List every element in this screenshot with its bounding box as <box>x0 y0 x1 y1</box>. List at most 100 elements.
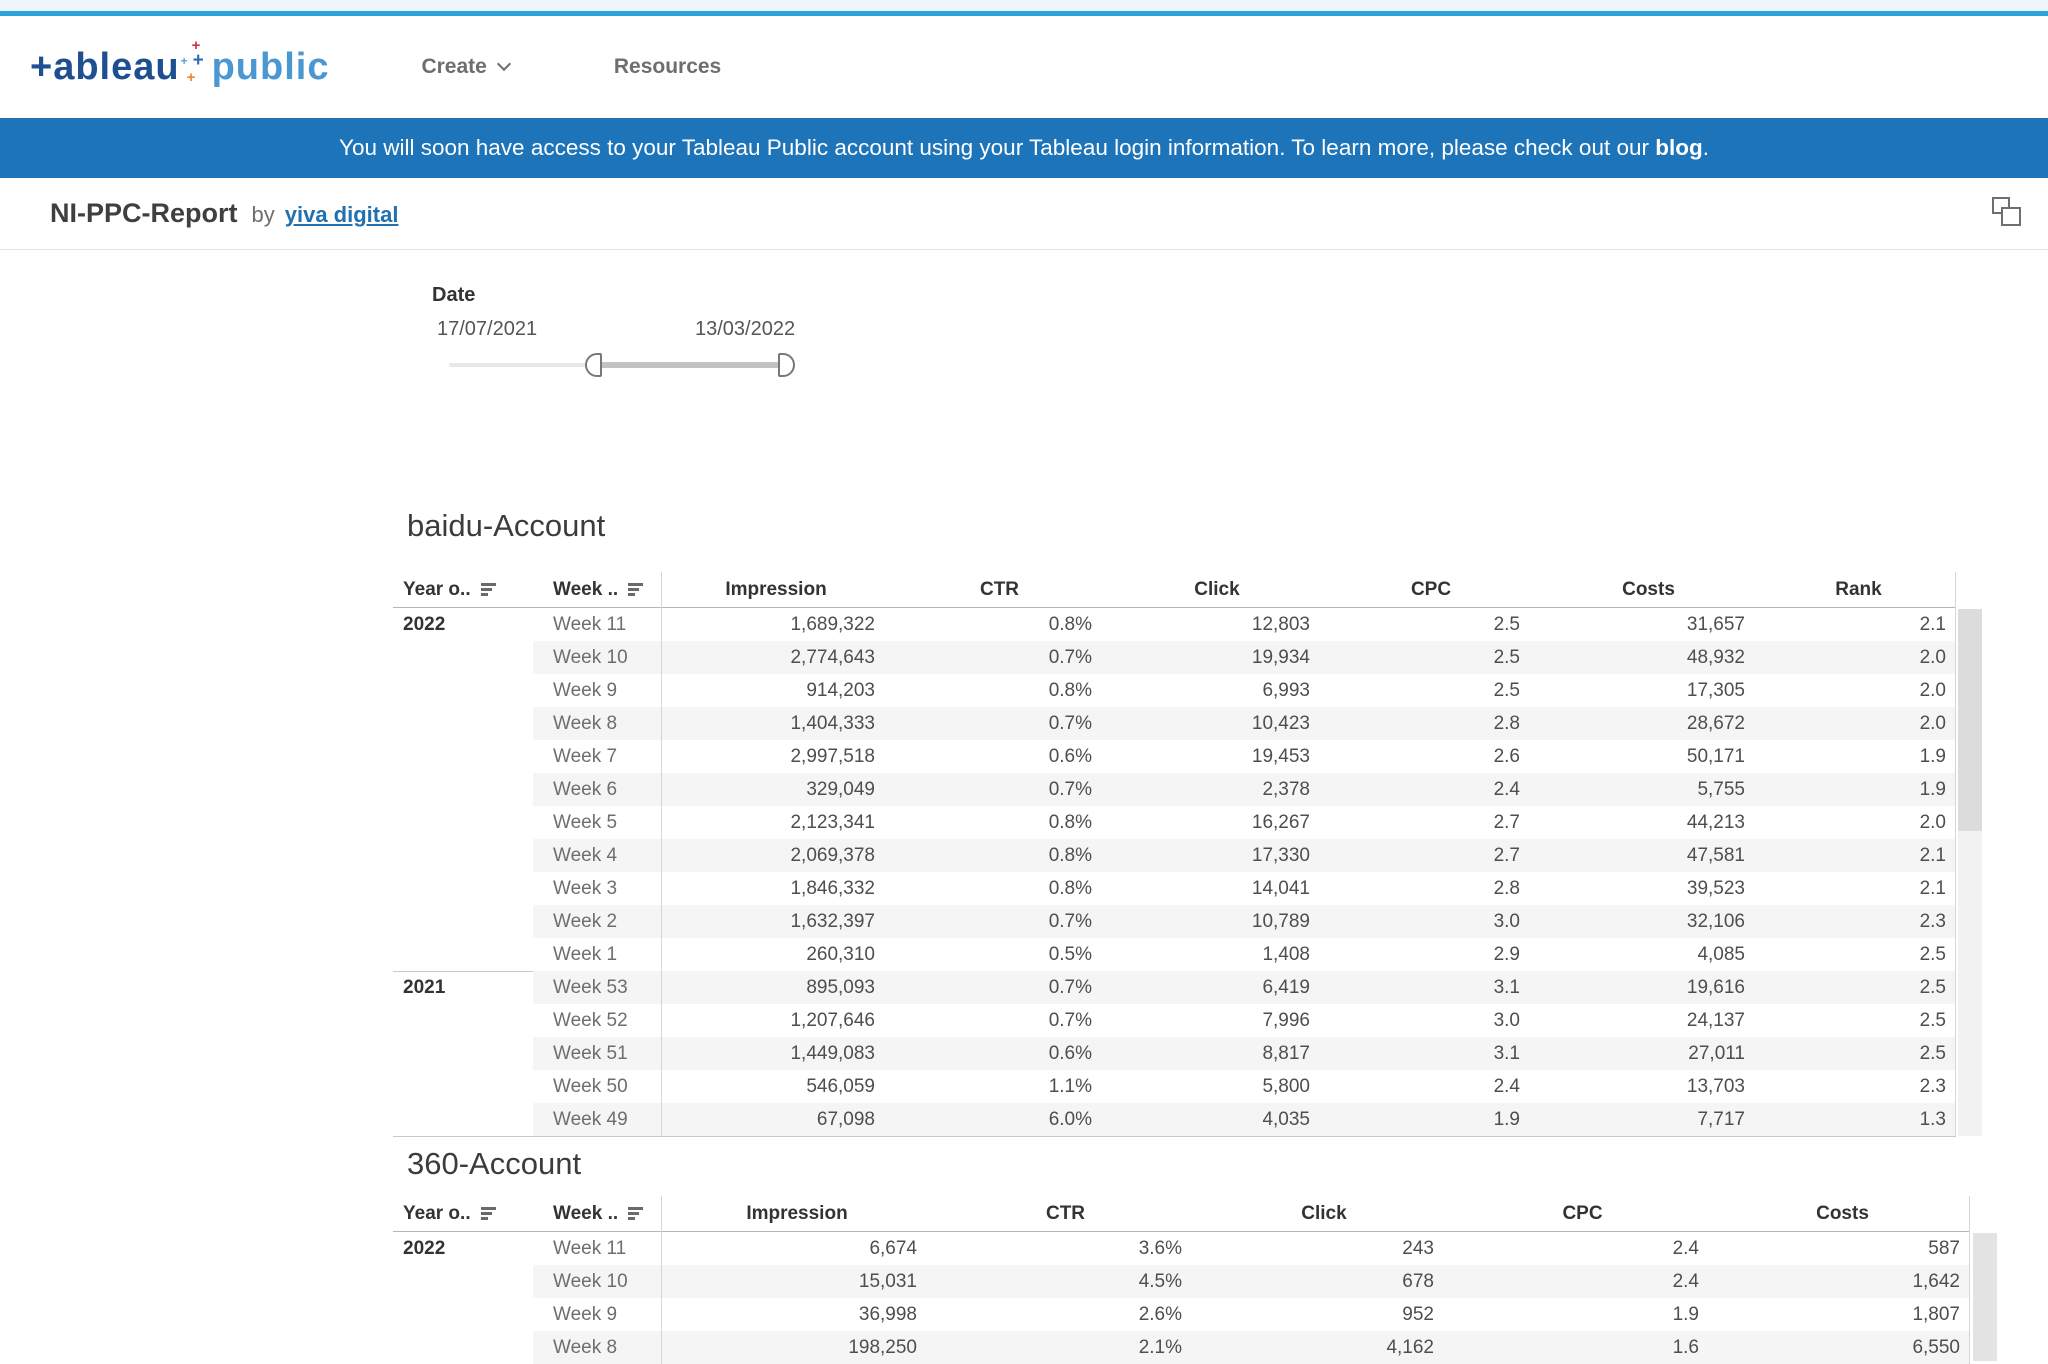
week-cell[interactable]: Week 11 <box>533 1232 661 1265</box>
value-cell[interactable]: 952 <box>1198 1298 1450 1331</box>
value-cell[interactable]: 329,049 <box>661 773 891 806</box>
value-cell[interactable]: 0.8% <box>891 872 1108 905</box>
value-cell[interactable]: 243 <box>1198 1232 1450 1265</box>
value-cell[interactable]: 1,404,333 <box>661 707 891 740</box>
value-cell[interactable]: 1.3 <box>1761 1103 1956 1136</box>
year-cell[interactable] <box>393 839 533 872</box>
value-cell[interactable]: 260,310 <box>661 938 891 971</box>
value-cell[interactable]: 2.7 <box>1326 806 1536 839</box>
value-cell[interactable]: 2.5 <box>1761 1004 1956 1037</box>
value-cell[interactable]: 2,774,643 <box>661 641 891 674</box>
value-cell[interactable]: 1,408 <box>1108 938 1326 971</box>
column-header-ctr[interactable]: CTR <box>891 572 1108 607</box>
column-header-year-o[interactable]: Year o.. <box>393 1196 533 1231</box>
week-cell[interactable]: Week 5 <box>533 806 661 839</box>
value-cell[interactable]: 1,689,322 <box>661 608 891 641</box>
week-cell[interactable]: Week 10 <box>533 1265 661 1298</box>
value-cell[interactable]: 198,250 <box>661 1331 933 1364</box>
value-cell[interactable]: 2.8 <box>1326 707 1536 740</box>
value-cell[interactable]: 2.5 <box>1761 1037 1956 1070</box>
value-cell[interactable]: 14,041 <box>1108 872 1326 905</box>
year-cell[interactable] <box>393 1037 533 1070</box>
value-cell[interactable]: 1.9 <box>1326 1103 1536 1136</box>
banner-blog-link[interactable]: blog <box>1655 135 1702 160</box>
value-cell[interactable]: 32,106 <box>1536 905 1761 938</box>
year-cell[interactable] <box>393 707 533 740</box>
value-cell[interactable]: 546,059 <box>661 1070 891 1103</box>
value-cell[interactable]: 0.7% <box>891 905 1108 938</box>
week-cell[interactable]: Week 6 <box>533 773 661 806</box>
slider-selected-range[interactable] <box>593 362 786 368</box>
value-cell[interactable]: 3.6% <box>933 1232 1198 1265</box>
360-table-scrollbar[interactable] <box>1973 1233 1997 1361</box>
value-cell[interactable]: 0.8% <box>891 674 1108 707</box>
value-cell[interactable]: 2,997,518 <box>661 740 891 773</box>
value-cell[interactable]: 4,035 <box>1108 1103 1326 1136</box>
year-cell[interactable] <box>393 1103 533 1136</box>
value-cell[interactable]: 16,267 <box>1108 806 1326 839</box>
value-cell[interactable]: 2.6% <box>933 1298 1198 1331</box>
value-cell[interactable]: 2.6 <box>1326 740 1536 773</box>
baidu-table-scrollbar[interactable] <box>1958 609 1982 1136</box>
value-cell[interactable]: 2.1 <box>1761 608 1956 641</box>
value-cell[interactable]: 24,137 <box>1536 1004 1761 1037</box>
week-cell[interactable]: Week 50 <box>533 1070 661 1103</box>
value-cell[interactable]: 0.8% <box>891 608 1108 641</box>
year-cell[interactable] <box>393 674 533 707</box>
value-cell[interactable]: 2.1 <box>1761 839 1956 872</box>
sort-descending-icon[interactable] <box>481 583 496 596</box>
value-cell[interactable]: 31,657 <box>1536 608 1761 641</box>
value-cell[interactable]: 2.7 <box>1326 839 1536 872</box>
week-cell[interactable]: Week 9 <box>533 674 661 707</box>
author-link[interactable]: yiva digital <box>285 202 399 228</box>
value-cell[interactable]: 895,093 <box>661 971 891 1004</box>
value-cell[interactable]: 8,817 <box>1108 1037 1326 1070</box>
value-cell[interactable]: 3.0 <box>1326 1004 1536 1037</box>
column-header-week[interactable]: Week .. <box>533 1196 661 1231</box>
value-cell[interactable]: 6.0% <box>891 1103 1108 1136</box>
value-cell[interactable]: 0.6% <box>891 1037 1108 1070</box>
value-cell[interactable]: 4,085 <box>1536 938 1761 971</box>
value-cell[interactable]: 2.5 <box>1326 674 1536 707</box>
value-cell[interactable]: 36,998 <box>661 1298 933 1331</box>
week-cell[interactable]: Week 9 <box>533 1298 661 1331</box>
value-cell[interactable]: 1.6 <box>1450 1331 1715 1364</box>
week-cell[interactable]: Week 8 <box>533 1331 661 1364</box>
year-cell[interactable] <box>393 740 533 773</box>
value-cell[interactable]: 2.0 <box>1761 641 1956 674</box>
value-cell[interactable]: 0.7% <box>891 707 1108 740</box>
value-cell[interactable]: 1.9 <box>1761 740 1956 773</box>
value-cell[interactable]: 17,305 <box>1536 674 1761 707</box>
value-cell[interactable]: 2.0 <box>1761 707 1956 740</box>
column-header-impression[interactable]: Impression <box>661 572 891 607</box>
tableau-public-logo[interactable]: +ableau + + + + public <box>30 38 329 96</box>
week-cell[interactable]: Week 10 <box>533 641 661 674</box>
value-cell[interactable]: 0.8% <box>891 839 1108 872</box>
year-cell[interactable] <box>393 905 533 938</box>
value-cell[interactable]: 2.8 <box>1326 872 1536 905</box>
value-cell[interactable]: 2.4 <box>1450 1232 1715 1265</box>
value-cell[interactable]: 6,419 <box>1108 971 1326 1004</box>
year-cell[interactable] <box>393 773 533 806</box>
value-cell[interactable]: 3.0 <box>1326 905 1536 938</box>
column-header-impression[interactable]: Impression <box>661 1196 933 1231</box>
value-cell[interactable]: 28,672 <box>1536 707 1761 740</box>
week-cell[interactable]: Week 11 <box>533 608 661 641</box>
column-header-click[interactable]: Click <box>1108 572 1326 607</box>
value-cell[interactable]: 2.0 <box>1761 674 1956 707</box>
value-cell[interactable]: 2.3 <box>1761 1070 1956 1103</box>
value-cell[interactable]: 0.8% <box>891 806 1108 839</box>
value-cell[interactable]: 2.5 <box>1326 608 1536 641</box>
column-header-ctr[interactable]: CTR <box>933 1196 1198 1231</box>
value-cell[interactable]: 2.1 <box>1761 872 1956 905</box>
column-header-year-o[interactable]: Year o.. <box>393 572 533 607</box>
value-cell[interactable]: 587 <box>1715 1232 1970 1265</box>
value-cell[interactable]: 7,996 <box>1108 1004 1326 1037</box>
sort-descending-icon[interactable] <box>481 1207 496 1220</box>
value-cell[interactable]: 0.7% <box>891 773 1108 806</box>
slider-handle-start[interactable] <box>585 353 602 377</box>
year-cell[interactable] <box>393 1298 533 1331</box>
value-cell[interactable]: 1.1% <box>891 1070 1108 1103</box>
value-cell[interactable]: 2.5 <box>1326 641 1536 674</box>
column-header-costs[interactable]: Costs <box>1715 1196 1970 1231</box>
